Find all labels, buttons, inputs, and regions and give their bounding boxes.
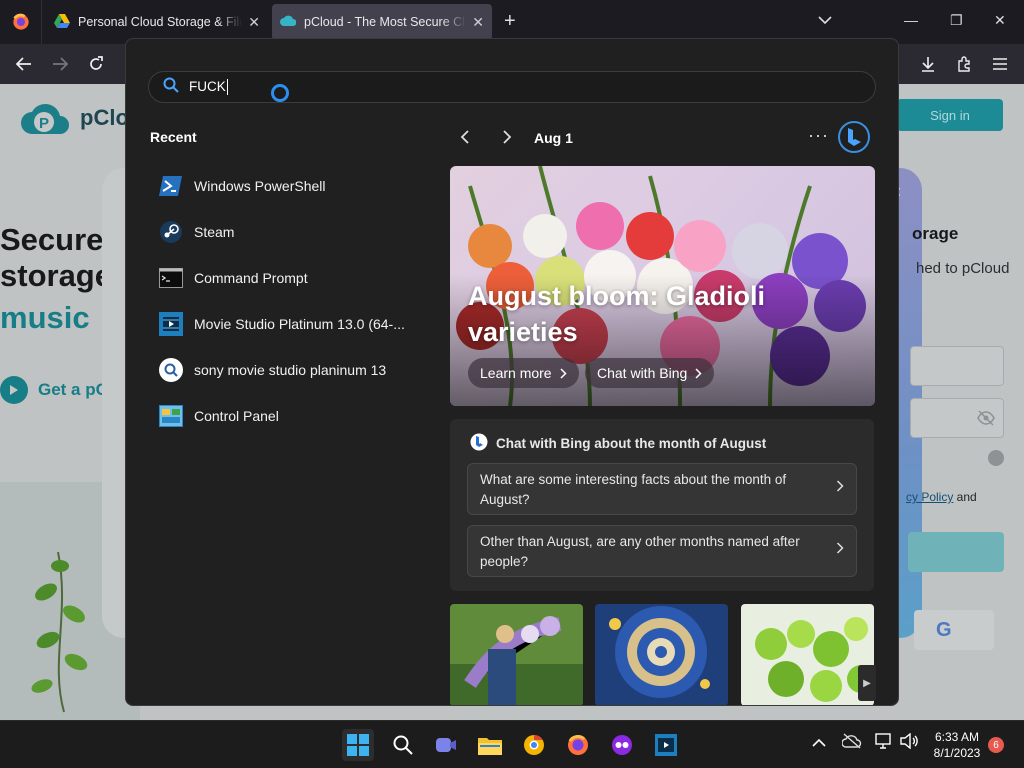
more-options-icon[interactable]: ···: [808, 125, 829, 146]
restore-icon[interactable]: ❐: [950, 12, 963, 29]
show-hidden-icons-icon[interactable]: [812, 735, 826, 753]
tab-pcloud[interactable]: pCloud - The Most Secure Clou ✕: [272, 4, 492, 40]
google-icon: G: [936, 618, 952, 641]
windows-taskbar: 6:33 AM 8/1/2023 6: [0, 720, 1024, 768]
next-thumbnails-icon[interactable]: ▶: [858, 665, 876, 701]
bing-icon: [470, 433, 488, 454]
chevron-right-icon: [836, 542, 844, 554]
forward-icon[interactable]: [48, 53, 72, 75]
chevron-right-icon: [695, 367, 702, 379]
highlight-date: Aug 1: [534, 130, 573, 146]
close-window-icon[interactable]: ✕: [994, 12, 1006, 29]
previous-day-icon[interactable]: [460, 129, 470, 150]
info-icon[interactable]: [988, 450, 1004, 466]
movie-studio-taskbar-icon[interactable]: [650, 729, 682, 761]
close-tab-icon[interactable]: ✕: [472, 14, 484, 31]
file-explorer-icon[interactable]: [474, 729, 506, 761]
notification-badge[interactable]: 6: [988, 737, 1004, 753]
bing-logo-icon[interactable]: [838, 121, 870, 153]
teams-chat-icon[interactable]: [430, 729, 462, 761]
recent-item-control-panel[interactable]: Control Panel: [158, 393, 418, 439]
chevron-right-icon: [560, 367, 567, 379]
form-subtitle: hed to pCloud: [916, 260, 1010, 277]
search-input[interactable]: FUCK: [189, 79, 228, 96]
chrome-like-browser-icon[interactable]: [518, 729, 550, 761]
sign-in-button[interactable]: Sign in: [897, 99, 1003, 131]
privacy-policy-link[interactable]: cy Policy: [906, 490, 953, 504]
next-day-icon[interactable]: [502, 129, 512, 150]
thumbnail-flower-farmer[interactable]: [450, 604, 583, 705]
google-drive-icon: [54, 13, 70, 31]
highlight-hero-card[interactable]: August bloom: Gladioli varieties Learn m…: [450, 166, 875, 406]
hero-title: August bloom: Gladioli varieties: [468, 281, 765, 347]
chat-with-bing-button[interactable]: Chat with Bing: [585, 358, 715, 388]
eye-off-icon[interactable]: [977, 410, 995, 431]
recent-list: Windows PowerShell Steam Command Prompt …: [158, 163, 418, 439]
close-tab-icon[interactable]: ✕: [248, 14, 260, 31]
recent-item-web-search[interactable]: sony movie studio planinum 13: [158, 347, 418, 393]
search-box[interactable]: FUCK: [148, 71, 876, 103]
recent-item-command-prompt[interactable]: Command Prompt: [158, 255, 418, 301]
highlight-thumbnails: [450, 604, 875, 705]
thumbnail-peridot-gems[interactable]: [741, 604, 874, 705]
recent-item-steam[interactable]: Steam: [158, 209, 418, 255]
firefox-taskbar-icon[interactable]: [562, 729, 594, 761]
thumbnail-zodiac-spiral[interactable]: [595, 604, 728, 705]
clock[interactable]: 6:33 AM 8/1/2023: [928, 729, 986, 761]
steam-icon: [158, 219, 184, 245]
recent-heading: Recent: [150, 129, 197, 145]
windows-search-flyout: FUCK Recent Windows PowerShell Steam Com…: [125, 38, 899, 706]
tab-title: pCloud - The Most Secure Clou: [304, 15, 467, 29]
pcloud-favicon-icon: [280, 14, 297, 31]
chevron-down-icon[interactable]: [818, 12, 832, 30]
chevron-right-icon: [836, 480, 844, 492]
reload-icon[interactable]: [84, 53, 108, 75]
downloads-icon[interactable]: [916, 53, 940, 75]
svg-text:P: P: [39, 115, 49, 132]
play-icon: [0, 376, 28, 404]
password-field[interactable]: [910, 398, 1004, 438]
learn-more-button[interactable]: Learn more: [468, 358, 579, 388]
recent-item-powershell[interactable]: Windows PowerShell: [158, 163, 418, 209]
minimize-icon[interactable]: —: [904, 12, 918, 28]
clock-date: 8/1/2023: [933, 746, 981, 760]
tab-title: Personal Cloud Storage & File S: [78, 15, 243, 29]
volume-icon[interactable]: [900, 732, 918, 754]
firefox-menu-icon[interactable]: [0, 0, 42, 44]
tab-personal-cloud[interactable]: Personal Cloud Storage & File S ✕: [46, 4, 268, 40]
movie-studio-icon: [158, 311, 184, 337]
signup-form: orage hed to pCloud cy Policy and G: [900, 214, 1024, 714]
clock-time: 6:33 AM: [934, 730, 980, 744]
chat-question-button[interactable]: What are some interesting facts about th…: [467, 463, 857, 515]
hamburger-menu-icon[interactable]: [988, 53, 1012, 75]
onedrive-offline-icon[interactable]: [841, 733, 862, 754]
hero-heading: Secure storage music: [0, 222, 112, 335]
windows-logo-icon: [347, 734, 369, 756]
signup-button[interactable]: [908, 532, 1004, 572]
bing-chat-card: Chat with Bing about the month of August…: [450, 419, 874, 591]
extensions-icon[interactable]: [952, 53, 976, 75]
back-icon[interactable]: [12, 53, 36, 75]
pcloud-logo-icon: P: [21, 103, 69, 134]
email-field[interactable]: [910, 346, 1004, 386]
busy-cursor-icon: [271, 84, 289, 102]
recent-item-movie-studio[interactable]: Movie Studio Platinum 13.0 (64-...: [158, 301, 418, 347]
control-panel-icon: [158, 403, 184, 429]
form-title: orage: [912, 224, 959, 243]
purple-app-icon[interactable]: [606, 729, 638, 761]
web-search-icon: [158, 357, 184, 383]
get-pcloud-link[interactable]: Get a pC: [0, 376, 108, 404]
chat-card-heading: Chat with Bing about the month of August: [470, 433, 766, 454]
start-button[interactable]: [342, 729, 374, 761]
new-tab-icon[interactable]: +: [504, 10, 516, 33]
cmd-icon: [158, 265, 184, 291]
chat-question-button[interactable]: Other than August, are any other months …: [467, 525, 857, 577]
highlights-header: Aug 1 ···: [450, 125, 880, 151]
taskbar-search-icon[interactable]: [387, 729, 419, 761]
policy-text: cy Policy and: [906, 490, 977, 504]
search-icon: [163, 77, 179, 98]
powershell-icon: [158, 173, 184, 199]
google-signin-button[interactable]: G: [914, 610, 994, 650]
network-icon[interactable]: [874, 733, 894, 754]
